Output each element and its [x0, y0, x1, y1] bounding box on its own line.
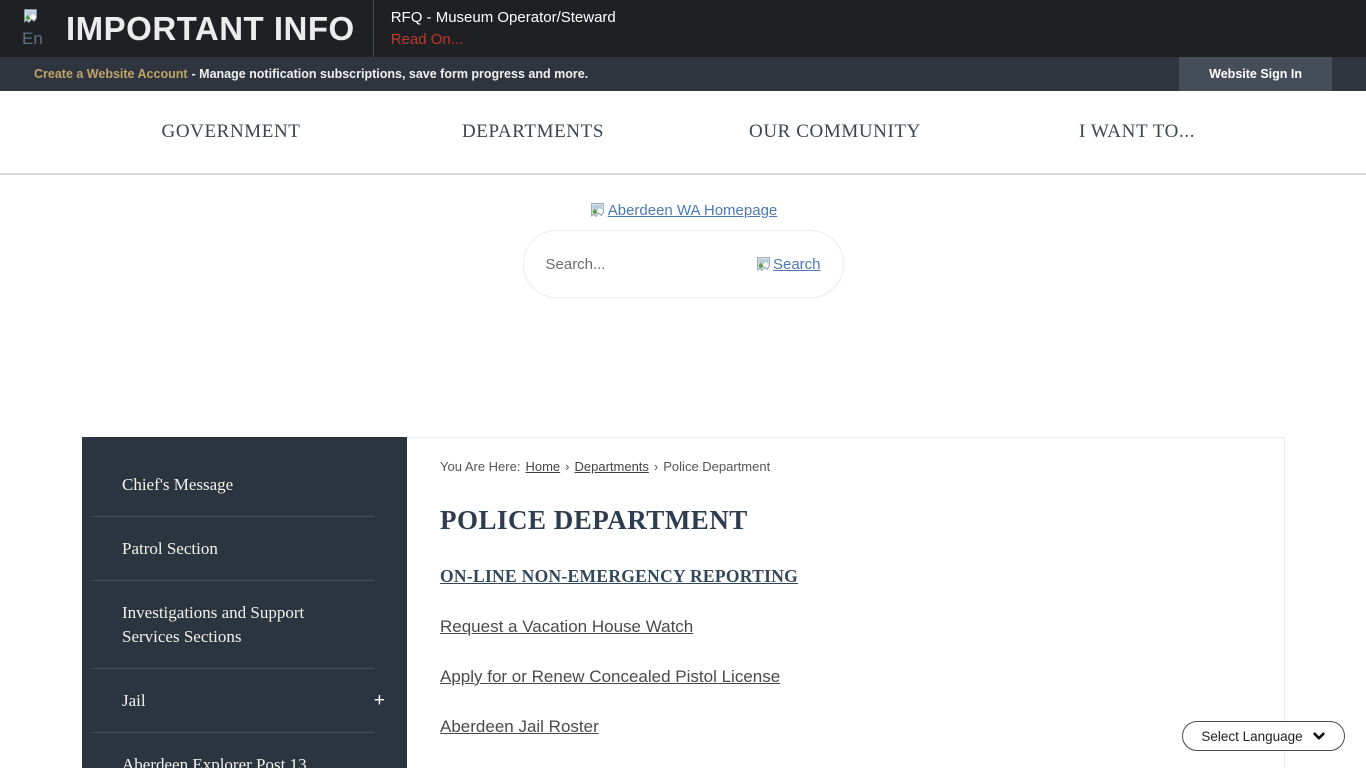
broken-image-icon	[24, 8, 37, 23]
sidebar-item-patrol-section[interactable]: Patrol Section	[82, 517, 407, 581]
account-bar: Create a Website Account - Manage notifi…	[0, 57, 1366, 91]
sidebar-item-investigations-support[interactable]: Investigations and Support Services Sect…	[82, 581, 407, 669]
breadcrumb-departments[interactable]: Departments	[575, 459, 649, 474]
sidebar-item-label: Jail	[122, 691, 146, 710]
non-emergency-reporting-link[interactable]: ON-LINE NON-EMERGENCY REPORTING	[440, 566, 798, 587]
sidebar-item-explorer-post-13[interactable]: Aberdeen Explorer Post 13	[82, 733, 407, 768]
nav-departments[interactable]: DEPARTMENTS	[382, 121, 684, 143]
broken-image-alt-text: En	[22, 28, 43, 47]
language-selector[interactable]: Select Language	[1182, 721, 1345, 751]
sidebar: Chief's Message Patrol Section Investiga…	[82, 437, 407, 768]
sidebar-item-jail[interactable]: Jail +	[82, 669, 407, 733]
vacation-house-watch-link[interactable]: Request a Vacation House Watch	[440, 617, 1254, 637]
notice-title: RFQ - Museum Operator/Steward	[390, 9, 616, 26]
main-row: Chief's Message Patrol Section Investiga…	[82, 437, 1285, 768]
search-input[interactable]	[545, 255, 755, 273]
sidebar-item-label: Aberdeen Explorer Post 13	[122, 755, 307, 768]
breadcrumb-current: Police Department	[663, 459, 771, 474]
important-info-title: IMPORTANT INFO	[66, 9, 355, 47]
content-panel: You Are Here: Home › Departments › Polic…	[407, 437, 1285, 768]
broken-image-icon	[757, 256, 770, 271]
search-button[interactable]: Search	[755, 256, 821, 273]
breadcrumb-prefix: You Are Here:	[440, 459, 521, 474]
search-button-label: Search	[772, 255, 821, 273]
nav-i-want-to[interactable]: I WANT TO...	[986, 121, 1288, 143]
hero-section: Aberdeen WA Homepage Search	[0, 175, 1366, 298]
nav-government[interactable]: GOVERNMENT	[80, 121, 382, 143]
breadcrumb-separator: ›	[565, 459, 570, 474]
important-info-bar: En IMPORTANT INFO RFQ - Museum Operator/…	[0, 0, 1366, 57]
broken-image-icon: En	[22, 8, 56, 58]
jail-roster-link[interactable]: Aberdeen Jail Roster	[440, 717, 1254, 737]
broken-image-icon	[590, 203, 604, 218]
breadcrumb-separator: ›	[653, 459, 659, 474]
nav-our-community[interactable]: OUR COMMUNITY	[684, 121, 986, 143]
breadcrumb-home[interactable]: Home	[525, 459, 560, 474]
page-title: POLICE DEPARTMENT	[440, 505, 748, 535]
sidebar-item-chiefs-message[interactable]: Chief's Message	[82, 453, 407, 517]
breadcrumb: You Are Here: Home › Departments › Polic…	[440, 459, 1254, 474]
concealed-pistol-license-link[interactable]: Apply for or Renew Concealed Pistol Lice…	[440, 667, 1254, 687]
search-box: Search	[522, 230, 844, 298]
homepage-link-label: Aberdeen WA Homepage	[607, 202, 778, 219]
chevron-down-icon	[1312, 732, 1325, 740]
main-nav: GOVERNMENT DEPARTMENTS OUR COMMUNITY I W…	[0, 91, 1366, 175]
account-description: - Manage notification subscriptions, sav…	[191, 67, 589, 81]
create-account-link[interactable]: Create a Website Account	[34, 67, 188, 81]
read-on-link[interactable]: Read On...	[391, 30, 616, 49]
website-sign-in-button[interactable]: Website Sign In	[1179, 57, 1332, 91]
language-selector-label: Select Language	[1201, 728, 1303, 744]
sidebar-item-label: Investigations and Support Services Sect…	[122, 603, 305, 646]
sidebar-item-label: Patrol Section	[122, 539, 218, 558]
expand-plus-icon[interactable]: +	[374, 689, 385, 713]
homepage-link[interactable]: Aberdeen WA Homepage	[553, 202, 813, 219]
sidebar-item-label: Chief's Message	[122, 475, 234, 494]
